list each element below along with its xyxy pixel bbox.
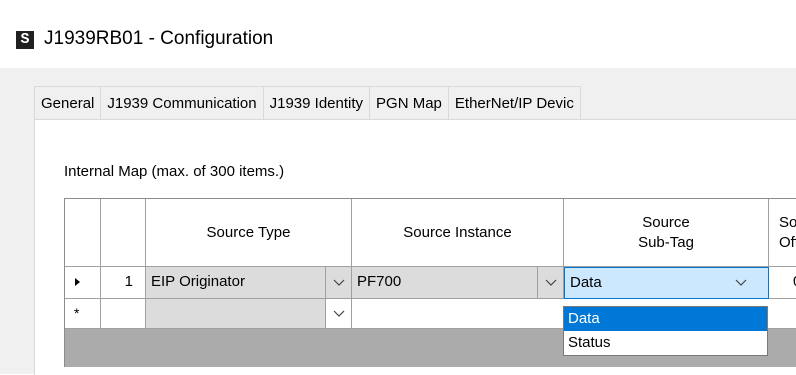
window-title: J1939RB01 - Configuration — [44, 28, 274, 49]
internal-map-caption: Internal Map (max. of 300 items.) — [64, 163, 285, 180]
current-row-arrow-icon — [75, 278, 80, 286]
column-header-label: Source Type — [206, 223, 291, 241]
row-number-header — [101, 199, 146, 267]
grid-corner-header — [65, 199, 101, 267]
app-icon: S — [16, 31, 34, 49]
row-number-cell-new — [101, 299, 146, 329]
row-header-current[interactable] — [65, 267, 101, 299]
chevron-down-icon[interactable] — [728, 268, 754, 298]
new-row-icon: * — [74, 305, 80, 321]
row-number-cell: 1 — [101, 267, 146, 299]
source-instance-value: PF700 — [357, 273, 402, 290]
dropdown-option-data[interactable]: Data — [564, 307, 767, 331]
source-type-combo-new[interactable] — [146, 299, 352, 329]
column-header-source-type[interactable]: Source Type — [146, 199, 352, 267]
source-type-combo[interactable]: EIP Originator — [146, 267, 352, 299]
title-bar: S J1939RB01 - Configuration — [0, 0, 796, 68]
tab-pgn-map[interactable]: PGN Map — [369, 86, 449, 119]
tab-ethernet-ip-devices[interactable]: EtherNet/IP Devic — [447, 86, 581, 119]
tab-j1939-identity[interactable]: J1939 Identity — [262, 86, 371, 119]
tab-general[interactable]: General — [34, 86, 102, 119]
column-header-label-line2: Offs — [779, 233, 796, 251]
column-header-source-instance[interactable]: Source Instance — [352, 199, 564, 267]
chevron-down-icon[interactable] — [325, 267, 351, 298]
sub-tag-dropdown-list: Data Status — [563, 306, 768, 356]
chevron-down-icon[interactable] — [537, 267, 563, 298]
source-sub-tag-combo[interactable]: Data — [564, 267, 769, 299]
column-header-source-sub-tag[interactable]: Source Sub-Tag — [564, 199, 769, 267]
source-type-value: EIP Originator — [151, 273, 245, 290]
tab-strip: General J1939 Communication J1939 Identi… — [34, 86, 581, 120]
column-header-label: Source Instance — [403, 223, 512, 241]
tab-j1939-communication[interactable]: J1939 Communication — [100, 86, 264, 119]
source-offset-cell[interactable]: 0 — [769, 267, 796, 299]
chevron-down-icon[interactable] — [325, 299, 351, 328]
row-number: 1 — [124, 273, 133, 290]
source-instance-combo[interactable]: PF700 — [352, 267, 564, 299]
source-sub-tag-value: Data — [570, 274, 602, 291]
column-header-source-offset[interactable]: Sour Offs — [769, 199, 796, 267]
row-header-new[interactable]: * — [65, 299, 101, 329]
column-header-label-line2: Sub-Tag — [638, 233, 694, 251]
dropdown-option-status[interactable]: Status — [564, 331, 767, 355]
column-header-label-line1: Sour — [779, 213, 796, 231]
column-header-label-line1: Source — [642, 213, 690, 231]
